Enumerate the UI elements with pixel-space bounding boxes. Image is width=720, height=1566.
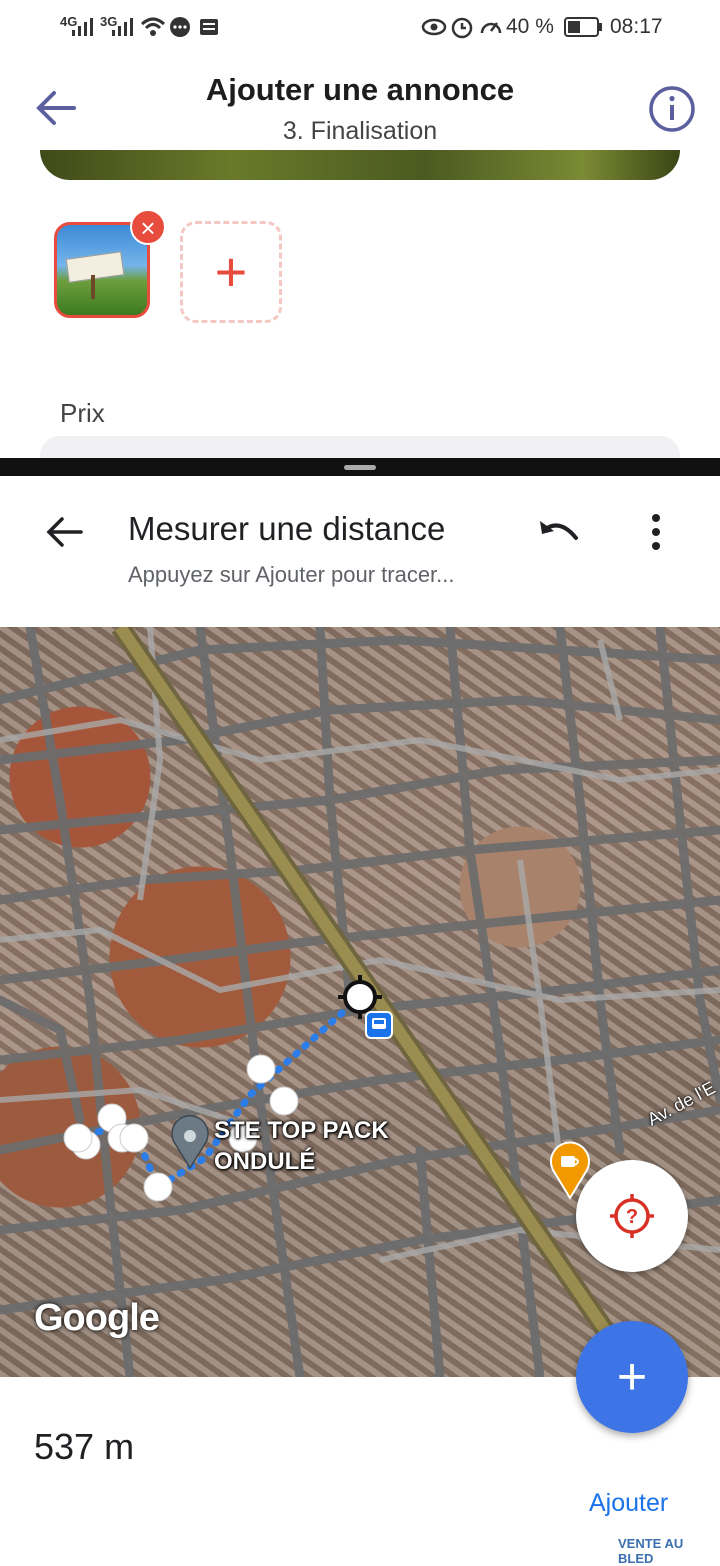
alarm-icon [451, 17, 473, 39]
eye-icon [421, 18, 447, 36]
price-label: Prix [60, 398, 105, 428]
page-subtitle: 3. Finalisation [282, 117, 438, 145]
sign-post-graphic [91, 275, 95, 299]
watermark: VENTE AU BLED [618, 1536, 684, 1566]
add-photo-button[interactable]: + [180, 221, 282, 323]
measure-point [119, 1123, 149, 1153]
add-point-fab[interactable]: + [576, 1321, 688, 1433]
poi-label[interactable]: STE TOP PACK ONDULÉ [214, 1115, 389, 1177]
wifi-icon [140, 17, 166, 36]
measure-point [269, 1086, 299, 1116]
maps-back-arrow-icon[interactable] [44, 514, 84, 550]
notification-icon [200, 19, 218, 35]
data-saver-icon [480, 22, 502, 34]
main-photo-preview [40, 150, 680, 180]
measure-point [246, 1054, 276, 1084]
chat-icon [170, 17, 190, 37]
my-location-button[interactable]: ? [576, 1160, 688, 1272]
location-unknown-icon: ? [610, 1194, 654, 1238]
add-button[interactable]: Ajouter [589, 1489, 668, 1518]
bus-stop-icon [365, 1011, 393, 1039]
poi-label-line1: STE TOP PACK [214, 1117, 389, 1144]
plus-icon: + [214, 240, 248, 303]
maps-toolbar [0, 476, 720, 626]
page-title: Ajouter une annonce [205, 72, 515, 107]
info-icon[interactable] [648, 85, 696, 133]
more-options-icon[interactable] [646, 512, 666, 552]
status-bar: 4G 3G 40 % 08:17 [0, 0, 720, 56]
split-screen-divider[interactable] [0, 458, 720, 476]
maps-instruction: Appuyez sur Ajouter pour tracer... [128, 562, 455, 587]
google-logo: Google [34, 1297, 160, 1339]
distance-readout: 537 m [34, 1426, 135, 1467]
measure-point [63, 1123, 93, 1153]
sign-graphic [65, 251, 125, 283]
undo-icon[interactable] [536, 514, 584, 550]
svg-text:?: ? [626, 1206, 638, 1228]
battery-icon [564, 17, 602, 37]
clock: 08:17 [610, 15, 663, 38]
maps-title: Mesurer une distance [128, 510, 446, 547]
divider-handle[interactable] [344, 465, 376, 470]
measure-point [143, 1172, 173, 1202]
signal-icon [112, 18, 133, 36]
poi-label-line2: ONDULÉ [214, 1148, 316, 1175]
battery-percent: 40 % [506, 15, 554, 38]
signal-icon [72, 18, 93, 36]
remove-photo-button[interactable]: × [130, 209, 166, 245]
